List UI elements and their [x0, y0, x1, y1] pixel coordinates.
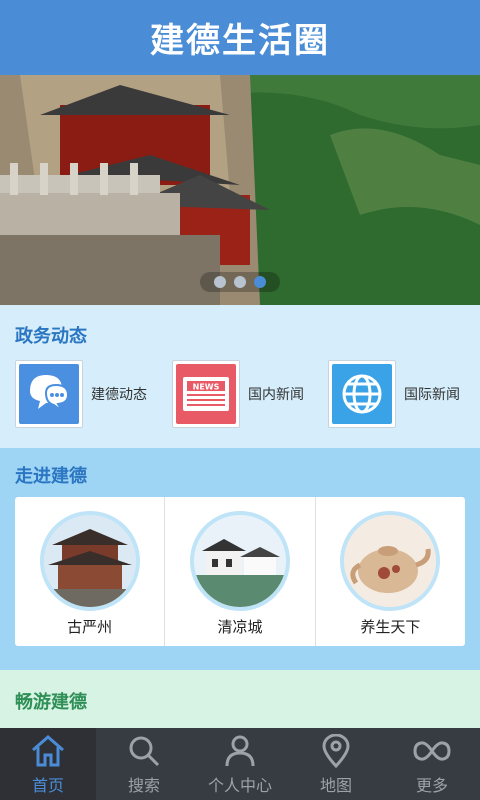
visit-item-qingliangcheng[interactable]: 清凉城: [164, 497, 314, 646]
infinity-icon: [413, 741, 451, 761]
chat-bubble-icon: [19, 364, 79, 424]
news-item-label: 国内新闻: [248, 387, 304, 403]
tab-home[interactable]: 首页: [0, 728, 96, 800]
user-icon: [225, 735, 255, 767]
banner-image: [0, 75, 480, 305]
bottom-tab-bar: 首页 搜索 个人中心 地图 更多: [0, 728, 480, 800]
home-icon: [32, 735, 64, 767]
news-icon-frame: [15, 360, 83, 428]
news-icon-frame: NEWS: [172, 360, 240, 428]
tab-label: 个人中心: [207, 776, 272, 795]
tab-label: 首页: [31, 776, 64, 795]
news-section: 政务动态 建德动态 NEWS 国内新闻 国际新闻: [0, 305, 480, 448]
teapot-image: [340, 511, 441, 611]
village-image: [189, 511, 290, 611]
tab-label: 更多: [415, 776, 448, 795]
carousel-dot[interactable]: [234, 276, 246, 288]
newspaper-icon: NEWS: [176, 364, 236, 424]
news-section-title: 政务动态: [15, 326, 87, 347]
tab-map[interactable]: 地图: [288, 728, 384, 800]
banner-carousel[interactable]: [0, 75, 480, 305]
tour-section-title: 畅游建德: [15, 692, 87, 713]
tab-profile[interactable]: 个人中心: [192, 728, 288, 800]
visit-section-title: 走进建德: [15, 466, 87, 487]
news-item-label: 建德动态: [91, 387, 147, 403]
visit-item-guyanzhou[interactable]: 古严州: [15, 497, 164, 646]
visit-item-yangsheng[interactable]: 养生天下: [314, 497, 465, 646]
title-bar: 建德生活圈: [0, 0, 480, 75]
search-icon: [129, 736, 160, 767]
app-title: 建德生活圈: [150, 21, 330, 61]
carousel-indicator: [200, 272, 280, 292]
tab-label: 地图: [319, 776, 352, 795]
news-item-local[interactable]: 建德动态: [15, 360, 147, 428]
visit-item-label: 养生天下: [360, 618, 421, 636]
news-item-label: 国际新闻: [404, 387, 460, 403]
globe-icon: [332, 364, 392, 424]
tab-more[interactable]: 更多: [384, 728, 480, 800]
tab-search[interactable]: 搜索: [96, 728, 192, 800]
visit-item-label: 古严州: [67, 618, 113, 636]
news-item-international[interactable]: 国际新闻: [328, 360, 460, 428]
carousel-dot[interactable]: [214, 276, 226, 288]
visit-section: 走进建德 古严州 清凉城 养生天下: [0, 448, 480, 670]
news-icon-frame: [328, 360, 396, 428]
visit-item-label: 清凉城: [217, 618, 263, 636]
pagoda-image: [39, 511, 140, 611]
visit-card: 古严州 清凉城 养生天下: [15, 497, 465, 646]
tour-section: 畅游建德: [0, 670, 480, 728]
news-item-domestic[interactable]: NEWS 国内新闻: [172, 360, 304, 428]
map-pin-icon: [322, 734, 350, 768]
carousel-dot-active[interactable]: [254, 276, 266, 288]
tab-label: 搜索: [127, 776, 160, 795]
news-icon-text: NEWS: [193, 383, 220, 392]
